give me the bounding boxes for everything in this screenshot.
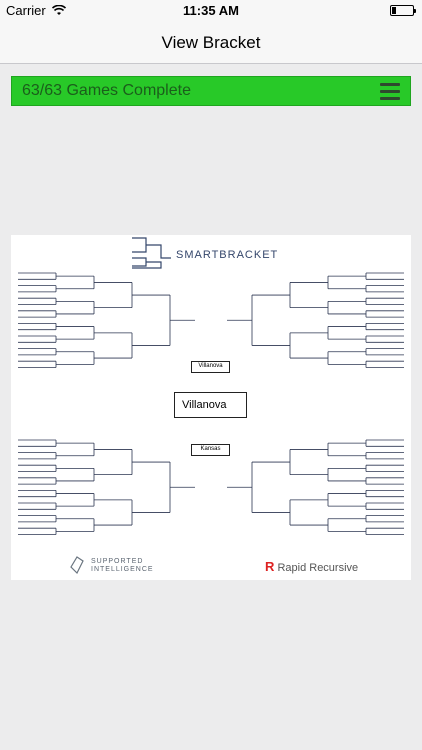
sponsor-right-label: Rapid Recursive: [277, 562, 359, 574]
finalist-bottom-box[interactable]: Kansas: [191, 444, 230, 456]
finalist-top-box[interactable]: Villanova: [191, 361, 230, 373]
bracket-image: SMARTBRACKET Villanova Villanova Kansas …: [11, 235, 411, 580]
champion-box[interactable]: Villanova: [174, 392, 247, 418]
supported-intelligence-logo: SUPPORTED INTELLIGENCE: [91, 558, 154, 574]
rapid-recursive-logo: R Rapid Recursive: [265, 559, 358, 574]
games-complete-label: 63/63 Games Complete: [22, 82, 191, 99]
champion-name: Villanova: [182, 399, 227, 411]
rapid-recursive-icon: R: [265, 559, 275, 574]
finalist-bottom-name: Kansas: [200, 446, 221, 452]
status-bar: Carrier 11:35 AM: [0, 0, 422, 22]
finalist-top-name: Villanova: [198, 363, 223, 369]
sponsor-left-bottom: INTELLIGENCE: [91, 566, 154, 573]
smartbracket-logo: SMARTBRACKET: [176, 249, 279, 261]
hamburger-menu-icon[interactable]: [380, 83, 400, 101]
sponsor-left-top: SUPPORTED: [91, 558, 144, 565]
navigation-bar: View Bracket: [0, 22, 422, 64]
clock: 11:35 AM: [183, 3, 239, 18]
games-progress-banner: 63/63 Games Complete: [11, 76, 411, 106]
battery-icon: [390, 5, 416, 16]
page-title: View Bracket: [161, 33, 261, 52]
